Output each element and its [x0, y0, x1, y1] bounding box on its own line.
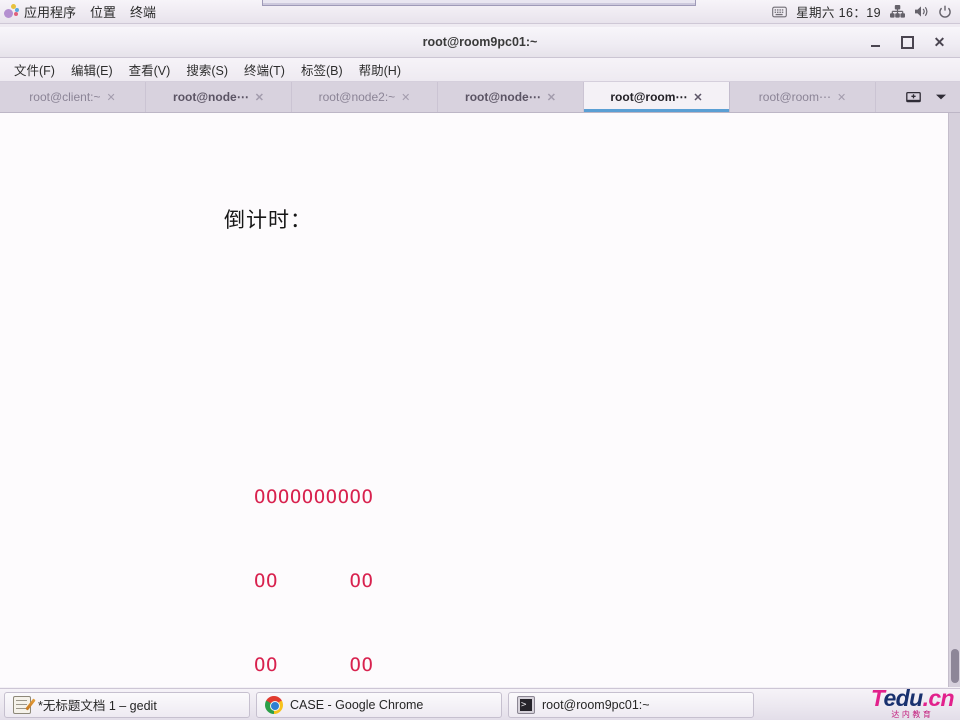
- tab-root-room-b[interactable]: root@room⋯ ✕: [730, 82, 876, 112]
- new-tab-icon[interactable]: [906, 90, 921, 104]
- offscreen-window-edge: [262, 0, 696, 6]
- tab-root-node2[interactable]: root@node2:~ ✕: [292, 82, 438, 112]
- terminal-tabbar: root@client:~ ✕ root@node⋯ ✕ root@node2:…: [0, 82, 960, 113]
- volume-icon[interactable]: [914, 5, 929, 18]
- window-title: root@room9pc01:~: [422, 35, 538, 49]
- tab-root-client[interactable]: root@client:~ ✕: [0, 82, 146, 112]
- window-menubar: 文件(F) 编辑(E) 查看(V) 搜索(S) 终端(T) 标签(B) 帮助(H…: [0, 58, 960, 82]
- terminal-output-area[interactable]: 倒计时： OOOOOOOOOO OO OO OO OO OO OO OO OO …: [0, 113, 960, 687]
- watermark-cn: .cn: [922, 684, 955, 711]
- ascii-row: OOOOOOOOOO: [254, 486, 374, 508]
- menu-tabs[interactable]: 标签(B): [293, 58, 351, 81]
- keyboard-indicator-icon[interactable]: [772, 6, 787, 18]
- taskbar-item-terminal[interactable]: root@room9pc01:~: [508, 691, 754, 718]
- tab-label: root@client:~: [29, 90, 101, 104]
- close-icon[interactable]: ✕: [401, 91, 410, 104]
- panel-applications-label: 应用程序: [24, 5, 77, 20]
- ascii-row: OO OO: [254, 654, 374, 676]
- taskbar-item-label: *无标题文档 1 – gedit: [38, 699, 157, 713]
- panel-places-menu[interactable]: 位置: [83, 0, 123, 24]
- close-icon[interactable]: ✕: [693, 91, 702, 104]
- close-icon[interactable]: ✕: [107, 91, 116, 104]
- tab-label: root@node2:~: [318, 90, 396, 104]
- chevron-down-icon[interactable]: [935, 93, 947, 101]
- watermark-subtitle: 达内教育: [891, 709, 934, 719]
- maximize-button[interactable]: [893, 31, 922, 55]
- minimize-button[interactable]: [861, 31, 890, 55]
- tab-root-node-b[interactable]: root@node⋯ ✕: [438, 82, 584, 112]
- panel-terminal-menu[interactable]: 终端: [123, 0, 163, 24]
- tabbar-tools: [896, 82, 960, 112]
- tab-label: root@node⋯: [173, 90, 249, 104]
- terminal-text: 倒计时： OOOOOOOOOO OO OO OO OO OO OO OO OO …: [0, 113, 373, 687]
- terminal-scrollbar[interactable]: [948, 113, 960, 687]
- tab-label: root@node⋯: [465, 90, 541, 104]
- menu-terminal[interactable]: 终端(T): [236, 58, 293, 81]
- tab-label: root@room⋯: [610, 90, 688, 104]
- panel-status-area: 星期六 16：19: [772, 0, 960, 24]
- tab-root-node[interactable]: root@node⋯ ✕: [146, 82, 292, 112]
- gedit-icon: [13, 695, 31, 714]
- panel-places-label: 位置: [90, 5, 117, 20]
- window-list-taskbar: *无标题文档 1 – gedit CASE - Google Chrome ro…: [0, 684, 960, 720]
- menu-edit[interactable]: 编辑(E): [63, 58, 121, 81]
- panel-terminal-label: 终端: [130, 5, 157, 20]
- window-titlebar[interactable]: root@room9pc01:~ ✕: [0, 27, 960, 58]
- desktop-screen: 应用程序 位置 终端 星期六 16：19 root@room9pc01:~ ✕ …: [0, 0, 960, 720]
- close-icon[interactable]: ✕: [547, 91, 556, 104]
- menu-help[interactable]: 帮助(H): [351, 58, 409, 81]
- terminal-icon: [517, 695, 535, 714]
- tab-root-room-active[interactable]: root@room⋯ ✕: [584, 82, 730, 112]
- taskbar-item-label: CASE - Google Chrome: [290, 697, 424, 712]
- panel-applications-menu[interactable]: 应用程序: [0, 0, 83, 24]
- close-icon[interactable]: ✕: [255, 91, 264, 104]
- ascii-row: OO OO: [254, 570, 374, 592]
- panel-clock[interactable]: 星期六 16：19: [796, 2, 881, 21]
- taskbar-item-chrome[interactable]: CASE - Google Chrome: [256, 691, 502, 718]
- scrollbar-thumb[interactable]: [951, 649, 959, 683]
- countdown-label: 倒计时：: [224, 208, 312, 232]
- taskbar-item-label: root@room9pc01:~: [542, 697, 650, 712]
- window-controls: ✕: [861, 27, 954, 58]
- watermark-t: T: [870, 684, 884, 711]
- watermark-wordmark: Tedu.cn: [870, 684, 955, 711]
- menu-file[interactable]: 文件(F): [6, 58, 63, 81]
- tab-label: root@room⋯: [758, 90, 831, 104]
- terminal-window: root@room9pc01:~ ✕ 文件(F) 编辑(E) 查看(V) 搜索(…: [0, 27, 960, 688]
- power-icon[interactable]: [938, 5, 952, 19]
- tedu-watermark: Tedu.cn 达内教育: [870, 684, 955, 719]
- menu-view[interactable]: 查看(V): [121, 58, 179, 81]
- network-icon[interactable]: [890, 5, 905, 18]
- chrome-icon: [265, 695, 283, 714]
- gnome-foot-icon: [4, 4, 19, 19]
- menu-search[interactable]: 搜索(S): [178, 58, 236, 81]
- ascii-art-digit: OOOOOOOOOO OO OO OO OO OO OO OO OO OO OO…: [2, 427, 373, 687]
- close-icon[interactable]: ✕: [837, 91, 846, 104]
- close-button[interactable]: ✕: [925, 31, 954, 55]
- watermark-edu: edu: [883, 684, 923, 711]
- taskbar-item-gedit[interactable]: *无标题文档 1 – gedit: [4, 691, 250, 718]
